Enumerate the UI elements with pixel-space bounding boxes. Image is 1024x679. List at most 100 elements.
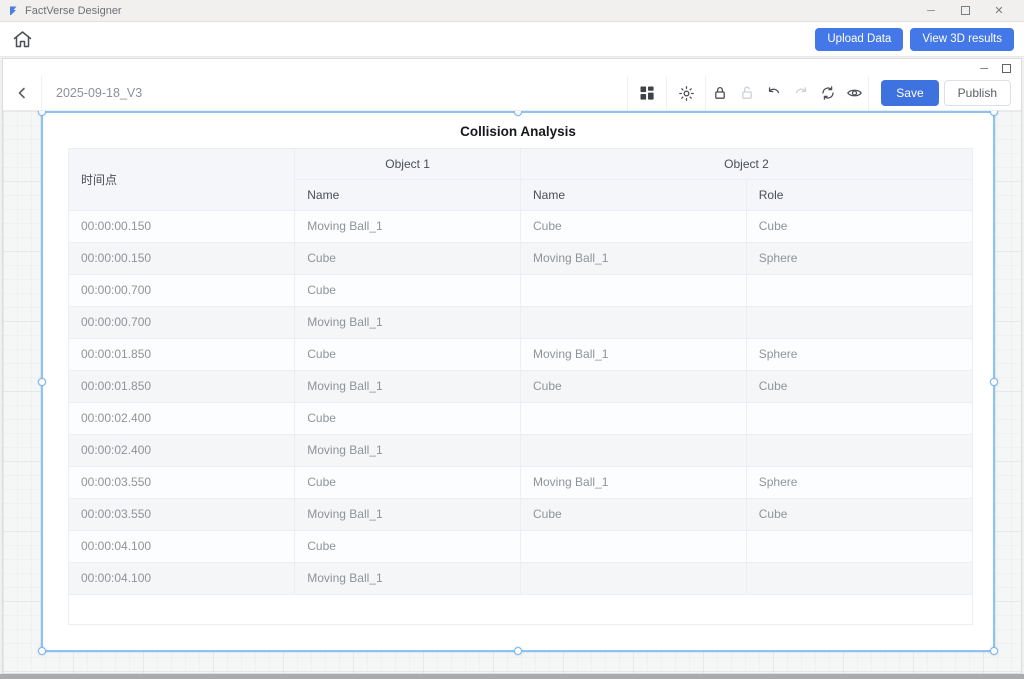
settings-button[interactable] (667, 76, 705, 110)
unlock-button[interactable] (733, 76, 760, 110)
column-header-object2-role: Role (746, 179, 972, 210)
table-cell: Cube (521, 498, 747, 530)
table-cell (521, 274, 747, 306)
redo-icon (793, 85, 809, 101)
doc-minimize-icon[interactable]: ─ (980, 64, 988, 74)
toolbar-left: 2025-09-18_V3 (3, 76, 156, 110)
table-cell: Moving Ball_1 (295, 434, 521, 466)
column-header-object1-name: Name (295, 179, 521, 210)
app-title: FactVerse Designer (8, 5, 122, 17)
table-cell: Moving Ball_1 (295, 562, 521, 594)
refresh-button[interactable] (814, 76, 841, 110)
table-row: 00:00:02.400Moving Ball_1 (69, 434, 972, 466)
resize-handle-middle-left[interactable] (38, 378, 46, 386)
table-cell: Cube (746, 210, 972, 242)
table-cell: Moving Ball_1 (295, 306, 521, 338)
undo-button[interactable] (760, 76, 787, 110)
table-cell: Cube (295, 338, 521, 370)
table-cell: Cube (746, 498, 972, 530)
table-cell: Cube (295, 530, 521, 562)
back-button[interactable] (3, 76, 41, 110)
table-row: 00:00:00.150Moving Ball_1CubeCube (69, 210, 972, 242)
resize-handle-bottom-right[interactable] (990, 647, 998, 655)
table-cell: Cube (295, 274, 521, 306)
close-icon[interactable]: ✕ (982, 0, 1016, 21)
table-row: 00:00:00.700Cube (69, 274, 972, 306)
save-button[interactable]: Save (881, 80, 938, 106)
upload-data-button[interactable]: Upload Data (815, 28, 903, 51)
table-cell: 00:00:00.150 (69, 242, 295, 274)
table-cell (521, 434, 747, 466)
document-title: 2025-09-18_V3 (42, 86, 156, 100)
table-cell: Moving Ball_1 (295, 498, 521, 530)
table-cell: Cube (521, 370, 747, 402)
table-cell: 00:00:04.100 (69, 530, 295, 562)
table-cell: Cube (295, 402, 521, 434)
column-header-time: 时间点 (69, 149, 295, 210)
table-cell (746, 530, 972, 562)
table-cell: Moving Ball_1 (295, 370, 521, 402)
table-cell: Sphere (746, 338, 972, 370)
table-cell (521, 562, 747, 594)
table-cell: Sphere (746, 242, 972, 274)
table-row: 00:00:02.400Cube (69, 402, 972, 434)
collision-table: 时间点 Object 1 Object 2 Name Name Role 00:… (68, 148, 973, 625)
table-cell: 00:00:03.550 (69, 466, 295, 498)
resize-handle-middle-right[interactable] (990, 378, 998, 386)
table-cell: Sphere (746, 466, 972, 498)
lock-button[interactable] (706, 76, 733, 110)
table-cell (746, 562, 972, 594)
table-cell: Moving Ball_1 (521, 338, 747, 370)
column-header-object2-name: Name (521, 179, 747, 210)
unlock-icon (739, 85, 755, 101)
preview-eye-icon (846, 85, 863, 101)
table-cell: 00:00:02.400 (69, 434, 295, 466)
table-cell: Cube (295, 466, 521, 498)
app-title-text: FactVerse Designer (25, 5, 122, 17)
table-row: 00:00:03.550Moving Ball_1CubeCube (69, 498, 972, 530)
document-window-controls: ─ (3, 59, 1021, 76)
resize-handle-bottom-left[interactable] (38, 647, 46, 655)
view-3d-results-button[interactable]: View 3D results (910, 28, 1014, 51)
table-cell (746, 306, 972, 338)
redo-button[interactable] (787, 76, 814, 110)
table-row: 00:00:01.850Moving Ball_1CubeCube (69, 370, 972, 402)
table-cell: Moving Ball_1 (295, 210, 521, 242)
table-cell (521, 306, 747, 338)
design-canvas[interactable]: Collision Analysis 时间点 Object 1 Object 2… (3, 111, 1021, 673)
header-actions: Upload Data View 3D results (815, 28, 1016, 51)
resize-handle-top-right[interactable] (990, 111, 998, 116)
taskbar-edge (0, 674, 1024, 679)
widget-title: Collision Analysis (43, 113, 993, 147)
table-cell (521, 530, 747, 562)
publish-button[interactable]: Publish (944, 80, 1011, 106)
column-group-object2: Object 2 (521, 149, 973, 179)
table-cell: Moving Ball_1 (521, 466, 747, 498)
table-cell: 00:00:00.150 (69, 210, 295, 242)
minimize-icon[interactable]: ─ (914, 0, 948, 21)
table-cell: Cube (521, 210, 747, 242)
components-button[interactable] (628, 76, 666, 110)
maximize-icon[interactable] (948, 0, 982, 21)
back-chevron-icon (15, 86, 29, 100)
resize-handle-bottom-center[interactable] (514, 647, 522, 655)
table-cell: Moving Ball_1 (521, 242, 747, 274)
app-window: FactVerse Designer ─ ✕ Upload Data View … (0, 0, 1024, 679)
toolbar-right: Save Publish (627, 76, 1021, 110)
doc-restore-icon[interactable] (1002, 64, 1011, 73)
preview-button[interactable] (841, 76, 868, 110)
components-grid-icon (639, 85, 655, 101)
table-cell: 00:00:04.100 (69, 562, 295, 594)
table-row: 00:00:01.850CubeMoving Ball_1Sphere (69, 338, 972, 370)
table-cell: 00:00:00.700 (69, 306, 295, 338)
table-row: 00:00:00.150CubeMoving Ball_1Sphere (69, 242, 972, 274)
table-cell: 00:00:02.400 (69, 402, 295, 434)
toolbar-divider (868, 76, 869, 110)
home-button[interactable] (8, 25, 36, 53)
table-empty-footer (69, 595, 972, 624)
editor-toolbar: 2025-09-18_V3 (3, 76, 1021, 111)
table-cell (521, 402, 747, 434)
table-cell: 00:00:01.850 (69, 370, 295, 402)
collision-analysis-widget[interactable]: Collision Analysis 时间点 Object 1 Object 2… (41, 111, 995, 652)
document-window: ─ 2025-09-18_V3 (2, 58, 1022, 674)
